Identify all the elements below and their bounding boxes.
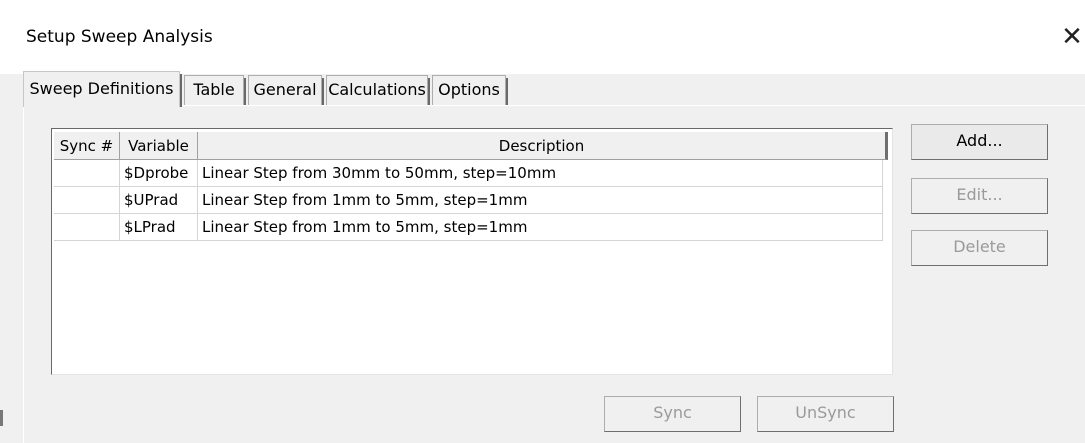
delete-button[interactable]: Delete xyxy=(911,230,1048,266)
unsync-button[interactable]: UnSync xyxy=(757,396,894,432)
cell-sync xyxy=(54,214,120,241)
tab-table[interactable]: Table xyxy=(184,75,246,105)
table-row[interactable]: $Dprobe Linear Step from 30mm to 50mm, s… xyxy=(54,160,883,187)
tab-general[interactable]: General xyxy=(248,75,324,105)
cell-variable: $Dprobe xyxy=(120,160,198,187)
cell-variable: $LPrad xyxy=(120,214,198,241)
window-edge-marker xyxy=(0,410,3,426)
tab-calculations[interactable]: Calculations xyxy=(326,75,430,105)
cell-description: Linear Step from 1mm to 5mm, step=1mm xyxy=(198,187,883,214)
cell-sync xyxy=(54,187,120,214)
sync-button[interactable]: Sync xyxy=(604,396,741,432)
title-bar: Setup Sweep Analysis ✕ xyxy=(0,0,1085,74)
sweep-definitions-table[interactable]: Sync # Variable Description $Dprobe Line… xyxy=(51,128,893,375)
edit-button[interactable]: Edit... xyxy=(911,178,1048,214)
column-header-sync[interactable]: Sync # xyxy=(54,132,120,160)
table-row[interactable]: $UPrad Linear Step from 1mm to 5mm, step… xyxy=(54,187,883,214)
table-row[interactable]: $LPrad Linear Step from 1mm to 5mm, step… xyxy=(54,214,883,241)
column-header-variable[interactable]: Variable xyxy=(120,132,198,160)
cell-description: Linear Step from 30mm to 50mm, step=10mm xyxy=(198,160,883,187)
setup-sweep-analysis-dialog: Setup Sweep Analysis ✕ Sweep Definitions… xyxy=(0,0,1085,443)
tab-options[interactable]: Options xyxy=(432,75,508,105)
window-title: Setup Sweep Analysis xyxy=(26,27,213,47)
add-button[interactable]: Add... xyxy=(911,124,1048,160)
column-header-description[interactable]: Description xyxy=(198,132,888,160)
close-icon[interactable]: ✕ xyxy=(1057,20,1085,54)
cell-sync xyxy=(54,160,120,187)
tab-sweep-definitions[interactable]: Sweep Definitions xyxy=(23,71,182,107)
cell-variable: $UPrad xyxy=(120,187,198,214)
cell-description: Linear Step from 1mm to 5mm, step=1mm xyxy=(198,214,883,241)
